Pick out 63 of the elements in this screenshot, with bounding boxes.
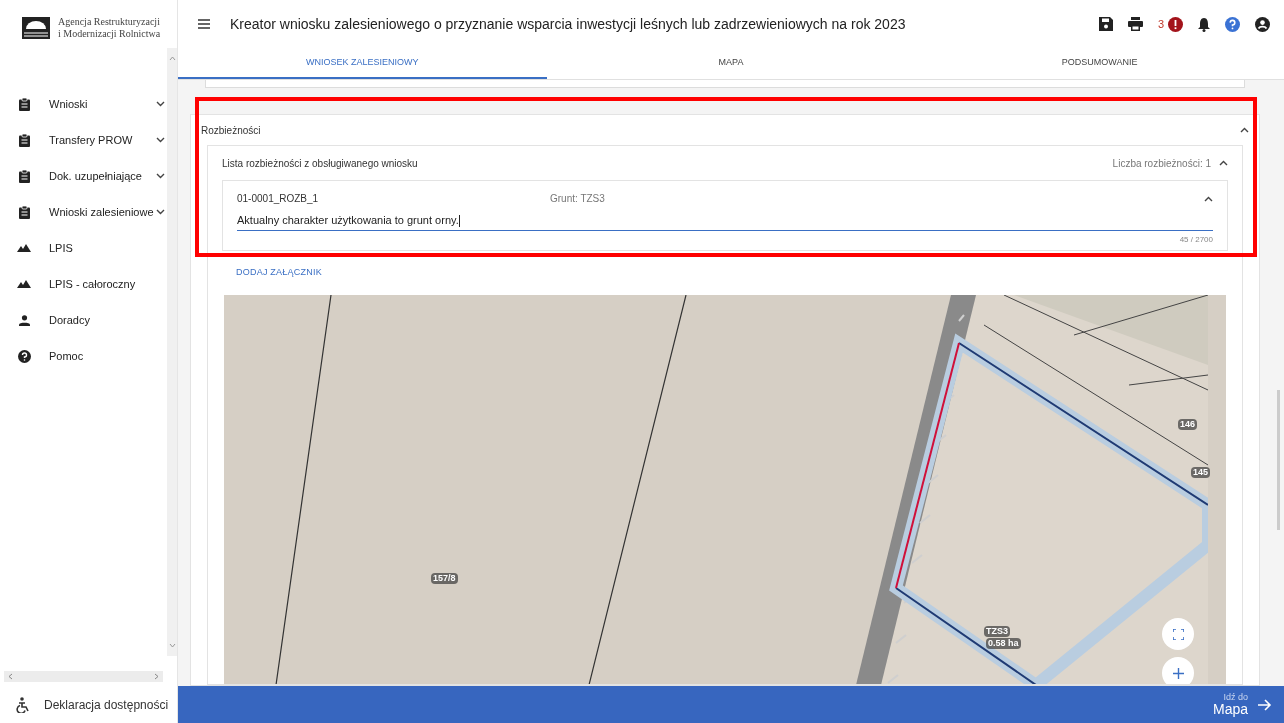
alert-icon[interactable]	[1168, 16, 1183, 32]
logo-icon	[22, 17, 50, 39]
plus-icon	[1172, 667, 1184, 679]
chevron-icon[interactable]	[1219, 160, 1228, 166]
error-count: 3	[1157, 16, 1164, 32]
sidebar-item[interactable]: Doradcy	[0, 302, 167, 338]
chevron-down-icon[interactable]	[156, 101, 165, 107]
help-icon	[17, 349, 31, 363]
chevron-down-icon[interactable]	[156, 137, 165, 143]
chevron-icon[interactable]	[1204, 195, 1213, 202]
next-target: Mapa	[1212, 702, 1248, 716]
clipboard-icon	[18, 169, 30, 183]
map-label: 0.58 ha	[986, 638, 1021, 649]
sidebar-item[interactable]: Pomoc	[0, 338, 167, 374]
tab[interactable]: PODSUMOWANIE	[915, 48, 1284, 79]
print-icon[interactable]	[1127, 17, 1143, 31]
clipboard-icon	[18, 97, 30, 111]
list-title: Lista rozbieżności z obsługiwanego wniosku	[222, 156, 418, 171]
sidebar-item[interactable]: Wnioski	[0, 86, 167, 122]
parcel-label: Grunt: TZS3	[550, 192, 606, 206]
chevron-down-icon[interactable]	[156, 173, 165, 179]
next-caption: Idź do	[1223, 693, 1248, 702]
bell-icon[interactable]	[1198, 16, 1210, 32]
menu-icon	[198, 19, 210, 29]
map-view[interactable]: 157/8 146 145 TZS3 0.58 ha	[224, 295, 1226, 684]
discrepancy-id: 01-0001_ROZB_1	[237, 192, 320, 206]
sidebar-item[interactable]: LPIS	[0, 230, 167, 266]
section-title: Rozbieżności	[201, 123, 261, 138]
account-icon[interactable]	[1255, 16, 1270, 32]
mountain-icon	[17, 280, 31, 288]
scroll-left-icon[interactable]	[8, 673, 13, 680]
sidebar-item[interactable]: Transfery PROW	[0, 122, 167, 158]
chevron-icon[interactable]	[1240, 127, 1249, 133]
character-counter: 45 / 2700	[1179, 234, 1213, 246]
map-label: TZS3	[984, 626, 1010, 637]
clipboard-icon	[18, 205, 30, 219]
logo-text: Agencja Restrukturyzacji	[58, 16, 161, 28]
fullscreen-icon	[1172, 628, 1184, 640]
sidebar-item[interactable]: Dok. uzupełniające	[0, 158, 167, 194]
map-label: 146	[1178, 419, 1198, 430]
sidebar-item[interactable]: Wnioski zalesieniowe	[0, 194, 167, 230]
scroll-right-icon[interactable]	[154, 673, 159, 680]
person-icon	[18, 314, 30, 326]
mountain-icon	[17, 244, 31, 252]
page-title: Kreator wniosku zalesieniowego o przyznanie wsparcia inwestycji leśnych lub zadrzewieniowych na rok 2023	[230, 14, 906, 34]
logo-text: i Modernizacji Rolnictwa	[58, 28, 161, 40]
map-label: 157/8	[431, 573, 458, 584]
sidebar-item[interactable]: LPIS - całoroczny	[0, 266, 167, 302]
tab[interactable]: MAPA	[546, 48, 916, 79]
help-icon[interactable]	[1225, 16, 1240, 32]
description-field[interactable]: Aktualny charakter użytkowania to grunt orny.	[237, 211, 1213, 231]
clipboard-icon	[18, 133, 30, 147]
discrepancy-count: Liczba rozbieżności: 1	[1112, 156, 1211, 171]
add-attachment-button[interactable]: DODAJ ZAŁĄCZNIK	[236, 266, 322, 280]
horizontal-scrollbar[interactable]	[4, 671, 163, 682]
accessibility-link[interactable]: Deklaracja dostępności	[0, 686, 177, 723]
map-label: 145	[1191, 467, 1211, 478]
accessibility-icon	[16, 696, 30, 713]
chevron-down-icon[interactable]	[156, 209, 165, 215]
next-step-button[interactable]: Idź do Mapa	[178, 686, 1284, 723]
save-icon[interactable]	[1098, 17, 1113, 31]
menu-button[interactable]	[196, 16, 212, 32]
arrow-right-icon	[1258, 698, 1272, 711]
